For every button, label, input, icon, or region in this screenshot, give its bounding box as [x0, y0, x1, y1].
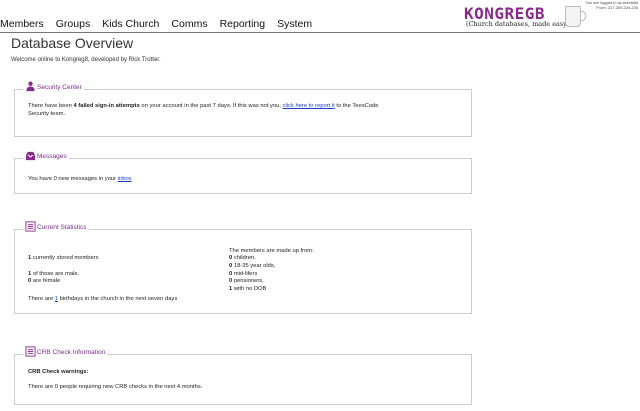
messages-text-pre: You have 0 new messages in your: [28, 176, 118, 182]
made-up-heading: The members are made up from:: [229, 248, 314, 254]
security-message-line2: Security team.: [28, 111, 66, 117]
pensioners-stat: 0 pensioners.: [229, 278, 264, 285]
security-text-mid: on your account in the past 7 days. If t…: [139, 103, 283, 109]
statistics-title: Current Statistics: [37, 224, 87, 231]
list-icon: [25, 221, 36, 232]
no-dob-label: with no DOB: [232, 286, 267, 292]
stored-members: 1 currently stored members: [28, 255, 99, 262]
inbox-link[interactable]: inbox: [118, 176, 132, 182]
kongreg8-logo: KONGREGB (Church databases, made easy): [464, 4, 586, 30]
current-statistics-panel: Current Statistics 1 currently stored me…: [14, 221, 472, 314]
mid-lifers-stat: 0 mid-lifers: [229, 271, 257, 278]
page-title: Database Overview: [11, 35, 134, 51]
nav-members[interactable]: Members: [0, 18, 44, 32]
user-lock-icon: [26, 81, 35, 92]
children-label: children,: [232, 255, 256, 261]
nav-divider: [0, 32, 640, 33]
young-adults-label: 18-35 year olds,: [232, 263, 276, 269]
birthdays-post: birthdays in the church in the next seve…: [57, 296, 178, 302]
messages-title: Messages: [37, 153, 67, 160]
nav-comms[interactable]: Comms: [171, 18, 207, 32]
main-nav: Members Groups Kids Church Comms Reporti…: [0, 18, 324, 32]
messages-panel: Messages You have 0 new messages in your…: [14, 150, 472, 194]
male-label: of those are male,: [31, 271, 80, 277]
security-center-title: Security Center: [37, 84, 82, 91]
young-adults-stat: 0 18-35 year olds,: [229, 263, 275, 270]
logo-tagline: (Church databases, made easy): [466, 20, 570, 28]
security-text-post: to the TeesCode: [334, 103, 379, 109]
children-stat: 0 children,: [229, 255, 256, 262]
birthdays-pre: There are: [28, 296, 55, 302]
report-link[interactable]: click here to report it: [283, 103, 335, 109]
crb-warning-title: CRB Check warnings:: [28, 369, 89, 375]
login-ip: From: 217.200.224.226: [596, 5, 638, 10]
security-center-legend: Security Center: [23, 81, 84, 92]
security-text-pre: There have been: [28, 103, 74, 109]
pensioners-label: pensioners.: [232, 278, 264, 284]
female-label: are female: [31, 278, 61, 284]
mid-lifers-label: mid-lifers: [232, 271, 258, 277]
nav-reporting[interactable]: Reporting: [220, 18, 266, 32]
crb-check-panel: CRB Check Information CRB Check warnings…: [14, 346, 472, 405]
welcome-text: Welcome online to Kongreg8, developed by…: [11, 57, 161, 63]
birthdays-text: There are 1 birthdays in the church in t…: [28, 296, 177, 303]
female-members: 0 are female: [28, 278, 60, 285]
male-members: 1 of those are male,: [28, 271, 79, 278]
nav-kids-church[interactable]: Kids Church: [102, 18, 159, 32]
list-icon: [25, 346, 36, 357]
inbox-icon: [25, 151, 36, 161]
login-info: You are logged in as Administ From: 217.…: [585, 0, 638, 10]
crb-legend: CRB Check Information: [23, 346, 108, 357]
stored-label: currently stored members: [31, 255, 99, 261]
crb-title: CRB Check Information: [37, 349, 106, 356]
messages-text: You have 0 new messages in your inbox: [28, 176, 132, 183]
mug-icon: [565, 6, 586, 27]
nav-groups[interactable]: Groups: [56, 18, 90, 32]
security-center-panel: Security Center There have been 4 failed…: [14, 81, 472, 137]
security-message: There have been 4 failed sign-in attempt…: [28, 103, 379, 110]
failed-attempts-count: 4 failed sign-in attempts: [73, 103, 140, 109]
statistics-legend: Current Statistics: [23, 221, 89, 232]
messages-legend: Messages: [23, 150, 69, 161]
no-dob-stat: 1 with no DOB: [229, 286, 266, 293]
nav-system[interactable]: System: [277, 18, 312, 32]
crb-warning-text: There are 0 people requiring new CRB che…: [28, 384, 203, 390]
